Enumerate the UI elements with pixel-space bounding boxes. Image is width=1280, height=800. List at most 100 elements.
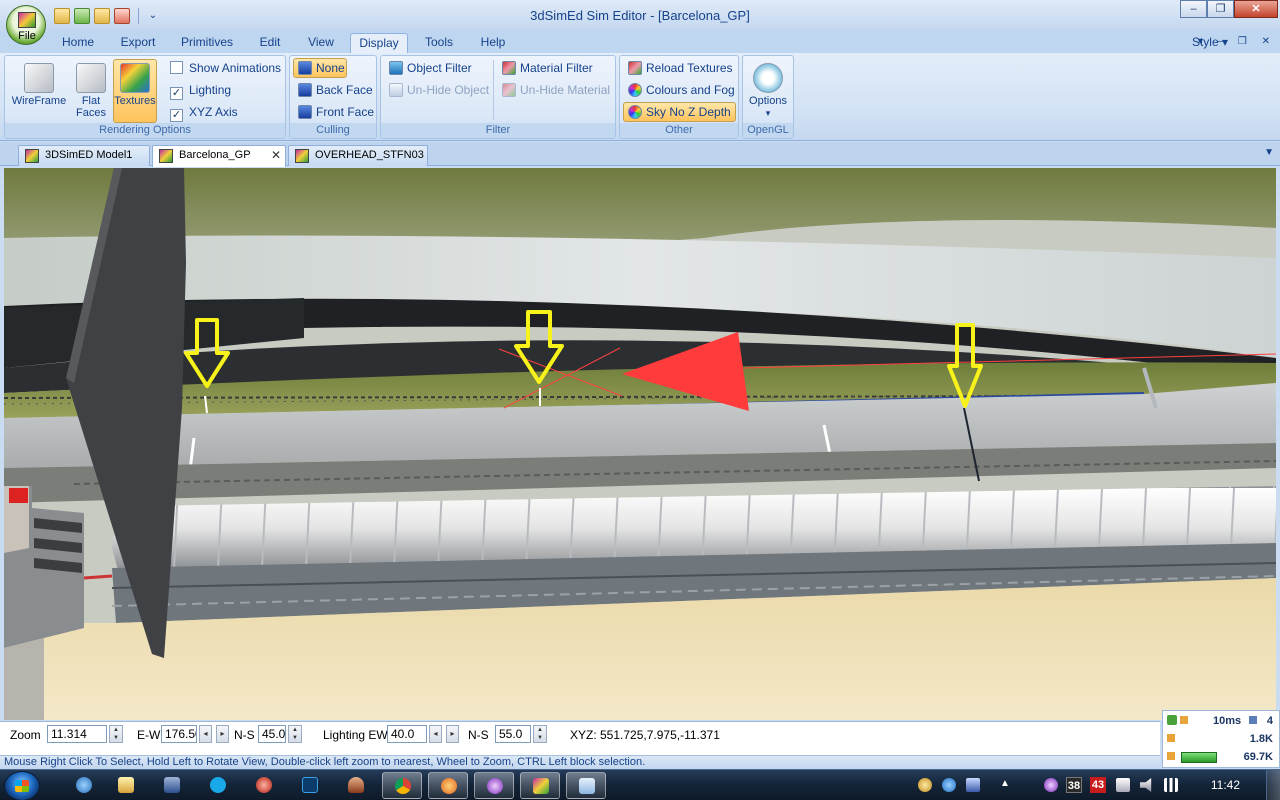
lighting-ns-spinner[interactable]: ▲ ▼	[533, 725, 547, 743]
taskbar-notepad-app[interactable]	[566, 772, 606, 799]
lighting-ew-label: Lighting EW	[323, 728, 388, 742]
3d-viewport[interactable]	[4, 168, 1276, 720]
signal-bars-icon[interactable]	[1164, 778, 1178, 792]
tab-primitives[interactable]: Primitives	[176, 33, 238, 53]
folder-icon	[118, 777, 134, 793]
taskbar-racing-app[interactable]	[244, 772, 284, 799]
material-filter-button[interactable]: Material Filter	[497, 58, 598, 78]
tab-edit[interactable]: Edit	[252, 33, 288, 53]
windows-logo-icon	[15, 780, 29, 792]
view-controls-bar: Zoom 11.314 ▲▼ E-W 176.50 ◂ ▸ N-S 45.0 ▲…	[0, 721, 1160, 755]
tab-list-dropdown-icon[interactable]: ▼	[1264, 147, 1274, 158]
object-filter-button[interactable]: Object Filter	[384, 58, 477, 78]
zoom-spinner[interactable]: ▲ ▼	[109, 725, 123, 743]
doc-tab-model1[interactable]: 3DSimED Model1	[18, 145, 150, 166]
3dsimed-icon	[533, 778, 549, 794]
show-desktop-button[interactable]	[1266, 770, 1280, 800]
tab-export[interactable]: Export	[114, 33, 162, 53]
tray-badge-38[interactable]: 38	[1066, 777, 1082, 793]
stats-row-timing: 10ms 4	[1167, 713, 1275, 729]
tab-help[interactable]: Help	[474, 33, 512, 53]
front-face-button[interactable]: Front Face	[293, 102, 379, 122]
lighting-right-arrow-icon[interactable]: ▸	[446, 725, 459, 743]
doc-tab-barcelona[interactable]: Barcelona_GP ✕	[152, 145, 286, 167]
color-wheel-icon	[628, 83, 642, 97]
minimize-button[interactable]: –	[1180, 0, 1207, 18]
ew-left-arrow-icon[interactable]: ◂	[199, 725, 212, 743]
chevron-down-icon: ▾	[765, 108, 771, 118]
tray-monitor-icon[interactable]	[966, 778, 980, 792]
stats-row-2: 69.7K	[1167, 749, 1275, 765]
culling-none-button[interactable]: None	[293, 58, 347, 78]
tray-expand-icon[interactable]: ▲	[998, 778, 1012, 792]
taskbar-ie-app[interactable]	[64, 772, 104, 799]
window-controls: – ❐ ✕	[1180, 0, 1278, 18]
taskbar-skype-app[interactable]	[198, 772, 238, 799]
reload-textures-button[interactable]: Reload Textures	[623, 58, 738, 78]
lighting-left-arrow-icon[interactable]: ◂	[429, 725, 442, 743]
taskbar-3dsimed-app[interactable]	[520, 772, 560, 799]
wireframe-button[interactable]: WireFrame	[8, 59, 70, 123]
colours-fog-label: Colours and Fog	[646, 83, 735, 97]
group-culling: None Back Face Front Face Culling	[289, 55, 377, 139]
tab-view[interactable]: View	[302, 33, 340, 53]
ew-input[interactable]: 176.50	[161, 725, 197, 743]
start-button[interactable]	[4, 771, 40, 800]
frame-time: 10ms	[1213, 715, 1242, 727]
tray-ie-icon[interactable]	[942, 778, 956, 792]
sky-icon	[628, 105, 642, 119]
flat-faces-button[interactable]: Flat Faces	[71, 59, 111, 123]
taskbar-firefox-app[interactable]	[428, 772, 468, 799]
tray-settings-icon[interactable]	[918, 778, 932, 792]
taskbar-clock[interactable]: 11:42	[1211, 778, 1240, 792]
file-button[interactable]: File	[6, 5, 46, 45]
object-filter-label: Object Filter	[407, 61, 472, 75]
doc-tab-overhead[interactable]: OVERHEAD_STFN03	[288, 145, 428, 166]
tray-network-icon[interactable]	[1116, 778, 1130, 792]
ns-label: N-S	[234, 728, 255, 742]
tray-badge-43[interactable]: 43	[1090, 777, 1106, 793]
zoom-label: Zoom	[10, 728, 41, 742]
taskbar-explorer-app[interactable]	[106, 772, 146, 799]
zoom-input[interactable]: 11.314	[47, 725, 107, 743]
reload-textures-icon	[628, 61, 642, 75]
textures-button[interactable]: Textures	[113, 59, 157, 123]
firefox-icon	[441, 778, 457, 794]
volume-icon[interactable]	[1140, 778, 1152, 792]
close-button[interactable]: ✕	[1234, 0, 1278, 18]
opengl-options-button[interactable]: Options ▾	[745, 59, 791, 123]
unhide-material-button[interactable]: Un-Hide Material	[497, 80, 615, 100]
lighting-ew-input[interactable]: 40.0	[387, 725, 427, 743]
maximize-button[interactable]: ❐	[1207, 0, 1234, 18]
doc-tab-label: 3DSimED Model1	[45, 149, 133, 161]
ribbon-window-controls[interactable]: ▾ – ❐ ✕	[1198, 33, 1276, 51]
stats-row-1: 1.8K	[1167, 731, 1275, 747]
taskbar-swirl-app[interactable]	[474, 772, 514, 799]
tab-display[interactable]: Display	[350, 33, 408, 53]
unhide-object-button[interactable]: Un-Hide Object	[384, 80, 494, 100]
close-tab-icon[interactable]: ✕	[271, 146, 281, 165]
taskbar-person-app[interactable]	[336, 772, 376, 799]
ns-spinner[interactable]: ▲ ▼	[288, 725, 302, 743]
taskbar-chrome-app[interactable]	[382, 772, 422, 799]
sky-no-z-depth-button[interactable]: Sky No Z Depth	[623, 102, 736, 122]
colours-fog-button[interactable]: Colours and Fog	[623, 80, 740, 100]
group-other: Reload Textures Colours and Fog Sky No Z…	[619, 55, 739, 139]
unhide-material-label: Un-Hide Material	[520, 83, 611, 97]
show-animations-checkbox[interactable]: Show Animations	[165, 58, 286, 78]
taskbar-photoshop-app[interactable]	[290, 772, 330, 799]
ew-right-arrow-icon[interactable]: ▸	[216, 725, 229, 743]
tab-tools[interactable]: Tools	[418, 33, 460, 53]
lighting-checkbox[interactable]: ✓ Lighting	[165, 80, 236, 100]
other-label: Other	[620, 123, 738, 138]
tab-home[interactable]: Home	[56, 33, 100, 53]
ns-input[interactable]: 45.0	[258, 725, 286, 743]
unhide-object-icon	[389, 83, 403, 97]
memory-bar	[1181, 752, 1217, 763]
taskbar-save-app[interactable]	[152, 772, 192, 799]
xyz-axis-checkbox[interactable]: ✓ XYZ Axis	[165, 102, 243, 122]
filter-label: Filter	[381, 123, 615, 138]
lighting-ns-input[interactable]: 55.0	[495, 725, 531, 743]
tray-swirl-icon[interactable]	[1044, 778, 1058, 792]
back-face-button[interactable]: Back Face	[293, 80, 378, 100]
